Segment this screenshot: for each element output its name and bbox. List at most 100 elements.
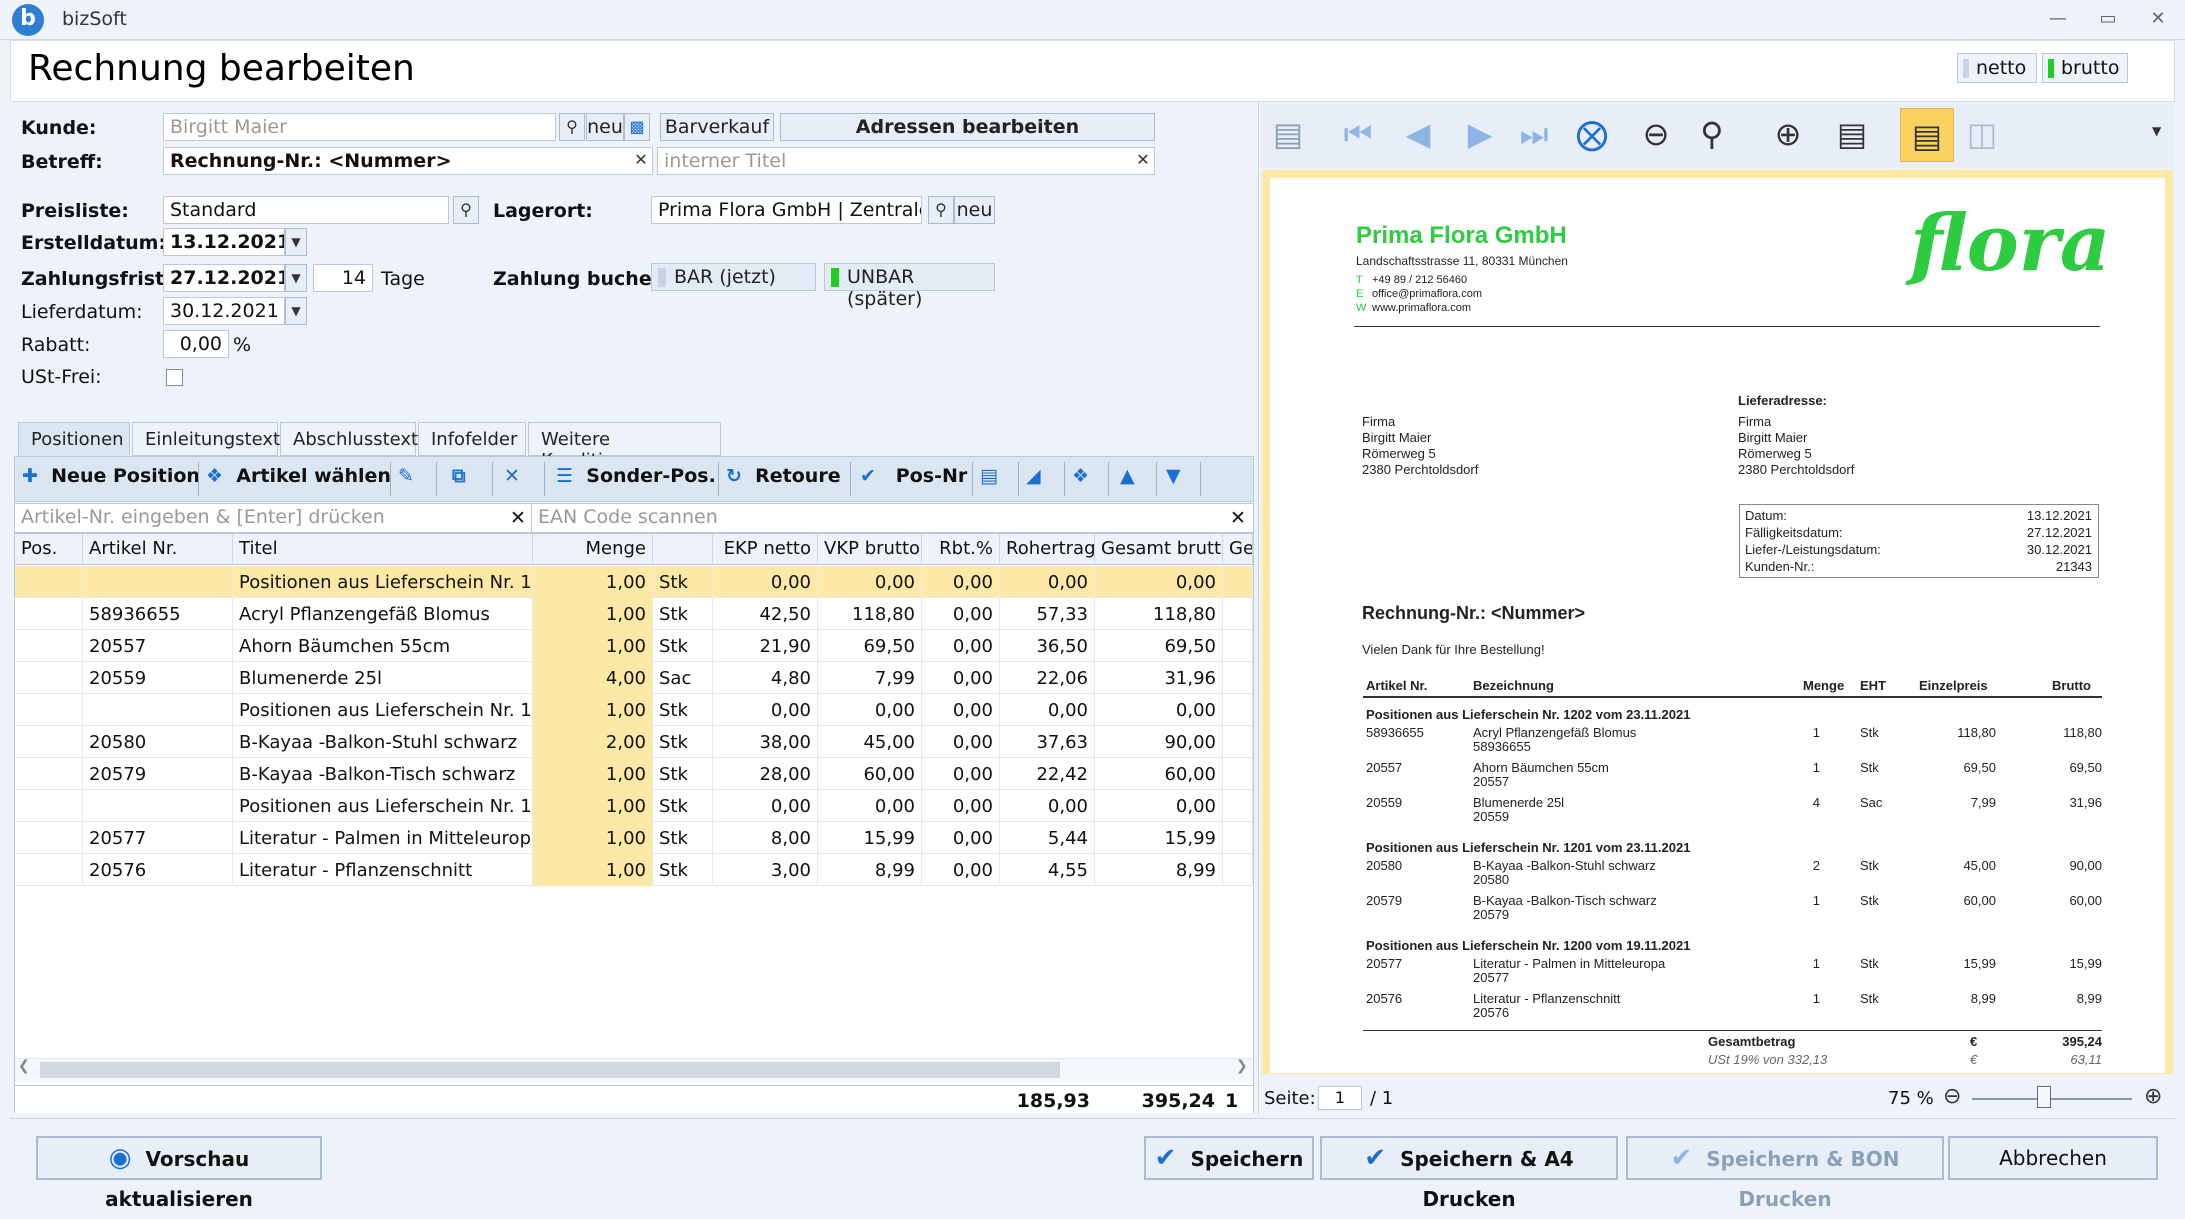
table-cell[interactable]: 1,00 [533, 598, 653, 630]
table-cell[interactable]: 1,00 [533, 566, 653, 598]
table-cell[interactable] [15, 662, 83, 694]
table-cell[interactable]: 90,00 [1095, 726, 1223, 758]
zoom-out-icon[interactable]: ⊖ [1636, 114, 1676, 154]
table-cell[interactable]: Stk [653, 822, 713, 854]
table-cell[interactable] [83, 694, 233, 726]
ustfrei-checkbox[interactable] [166, 369, 183, 386]
table-cell[interactable]: 57,33 [1000, 598, 1095, 630]
preisliste-input[interactable]: Standard [163, 196, 449, 224]
table-cell[interactable]: 45,00 [818, 726, 922, 758]
neue-position-button[interactable]: ✚ Neue Position [22, 465, 200, 493]
table-cell[interactable]: Literatur - Palmen in Mitteleuropa [233, 822, 533, 854]
table-cell[interactable]: 31,96 [1095, 662, 1223, 694]
table-cell[interactable]: 22,42 [1000, 758, 1095, 790]
table-cell[interactable]: 20557 [83, 630, 233, 662]
maximize-button[interactable]: ▭ [2090, 6, 2126, 32]
speichern-button[interactable]: ✔ Speichern [1144, 1136, 1314, 1180]
table-row[interactable]: Positionen aus Lieferschein Nr. 12021,00… [15, 566, 1253, 598]
col-header-rabatt[interactable]: Rbt.% [922, 534, 1000, 565]
table-cell[interactable]: B-Kayaa -Balkon-Stuhl schwarz [233, 726, 533, 758]
table-cell[interactable]: 4,55 [1000, 854, 1095, 886]
table-cell[interactable]: 20579 [83, 758, 233, 790]
table-cell[interactable] [1223, 822, 1253, 854]
table-cell[interactable]: 0,00 [922, 854, 1000, 886]
table-cell[interactable]: 0,00 [922, 758, 1000, 790]
prev-page-icon[interactable]: ◀ [1398, 114, 1438, 154]
table-cell[interactable] [83, 790, 233, 822]
table-cell[interactable]: 7,99 [818, 662, 922, 694]
table-cell[interactable]: 0,00 [713, 790, 818, 822]
zahlungsfrist-input[interactable]: 27.12.2021 [163, 264, 285, 292]
table-cell[interactable]: 1,00 [533, 630, 653, 662]
table-cell[interactable]: 0,00 [922, 790, 1000, 822]
speichern-a4-drucken-button[interactable]: ✔ Speichern & A4 Drucken [1320, 1136, 1618, 1211]
table-cell[interactable]: Acryl Pflanzengefäß Blomus [233, 598, 533, 630]
table-cell[interactable] [15, 790, 83, 822]
tab-positionen[interactable]: Positionen [18, 422, 130, 456]
preisliste-search-icon[interactable]: ⚲ [453, 196, 479, 224]
chart-icon[interactable]: ▩ [624, 113, 650, 141]
table-cell[interactable]: Literatur - Pflanzenschnitt [233, 854, 533, 886]
col-header-einheit[interactable] [653, 534, 713, 565]
erstelldatum-dropdown-icon[interactable]: ▼ [285, 228, 307, 256]
table-cell[interactable]: Positionen aus Lieferschein Nr. 1200 [233, 790, 533, 822]
interner-titel-clear-icon[interactable]: ✕ [1130, 147, 1156, 175]
zoom-minus-icon[interactable]: ⊖ [1943, 1084, 1961, 1109]
table-cell[interactable]: 0,00 [922, 630, 1000, 662]
table-row[interactable]: 20580 B-Kayaa -Balkon-Stuhl schwarz 2,00 St… [15, 726, 1253, 758]
tage-input[interactable]: 14 [313, 264, 373, 292]
tab-abschlusstext[interactable]: Abschlusstext [280, 422, 418, 456]
table-cell[interactable]: 0,00 [818, 566, 922, 598]
multipage-icon[interactable]: ◫ [1962, 114, 2002, 154]
page-layout-icon[interactable]: ▤ [1900, 108, 1954, 162]
lieferdatum-input[interactable]: 30.12.2021 [163, 297, 285, 325]
table-row[interactable]: Positionen aus Lieferschein Nr. 12001,00… [15, 790, 1253, 822]
col-header-pos[interactable]: Pos. [15, 534, 83, 565]
table-cell[interactable]: 38,00 [713, 726, 818, 758]
table-cell[interactable]: 20577 [83, 822, 233, 854]
table-cell[interactable]: 0,00 [1000, 566, 1095, 598]
ean-input[interactable]: EAN Code scannen [531, 504, 1221, 532]
table-cell[interactable] [1223, 726, 1253, 758]
table-cell[interactable]: 1,00 [533, 790, 653, 822]
table-cell[interactable]: 0,00 [1095, 566, 1223, 598]
brutto-toggle[interactable]: brutto [2042, 53, 2128, 83]
abbrechen-button[interactable]: Abbrechen [1948, 1136, 2158, 1180]
netto-toggle[interactable]: netto [1957, 53, 2037, 83]
table-cell[interactable]: 3,00 [713, 854, 818, 886]
zoom-in-icon[interactable]: ⊕ [1768, 114, 1808, 154]
minimize-button[interactable]: — [2040, 6, 2076, 32]
col-header-artikel-nr[interactable]: Artikel Nr. [83, 534, 233, 565]
table-row[interactable]: 20559 Blumenerde 25l 4,00 Sac 4,80 7,99 0,00 22… [15, 662, 1253, 694]
table-cell[interactable]: 4,80 [713, 662, 818, 694]
table-cell[interactable] [1223, 758, 1253, 790]
table-cell[interactable]: Stk [653, 854, 713, 886]
table-cell[interactable] [1223, 694, 1253, 726]
table-cell[interactable]: 22,06 [1000, 662, 1095, 694]
table-cell[interactable]: Stk [653, 694, 713, 726]
erstelldatum-input[interactable]: 13.12.2021 [163, 228, 285, 256]
table-cell[interactable] [1223, 566, 1253, 598]
table-cell[interactable] [1223, 630, 1253, 662]
navigate-compass-icon[interactable]: ⨂ [1572, 114, 1612, 154]
table-cell[interactable]: Stk [653, 758, 713, 790]
table-cell[interactable]: 15,99 [818, 822, 922, 854]
last-page-icon[interactable]: ⏭ [1514, 114, 1554, 154]
boxes-icon[interactable]: ❖ [1072, 465, 1089, 493]
edit-pencil-icon[interactable]: ✎ [398, 465, 414, 493]
table-cell[interactable]: 0,00 [1095, 694, 1223, 726]
zoom-icon[interactable]: ⚲ [1692, 114, 1732, 154]
bar-payment-button[interactable]: BAR (jetzt) [651, 263, 816, 291]
next-page-icon[interactable]: ▶ [1460, 114, 1500, 154]
table-cell[interactable] [15, 854, 83, 886]
table-cell[interactable] [15, 758, 83, 790]
table-row[interactable]: 20576 Literatur - Pflanzenschnitt 1,00 Stk 3… [15, 854, 1253, 886]
copy-icon[interactable]: ⧉ [452, 465, 466, 493]
table-cell[interactable]: Ahorn Bäumchen 55cm [233, 630, 533, 662]
table-cell[interactable]: 0,00 [922, 822, 1000, 854]
table-cell[interactable] [15, 630, 83, 662]
close-button[interactable]: ✕ [2140, 6, 2176, 32]
kunde-neu-button[interactable]: neu [586, 113, 624, 141]
table-cell[interactable]: 0,00 [922, 566, 1000, 598]
table-cell[interactable]: Stk [653, 566, 713, 598]
